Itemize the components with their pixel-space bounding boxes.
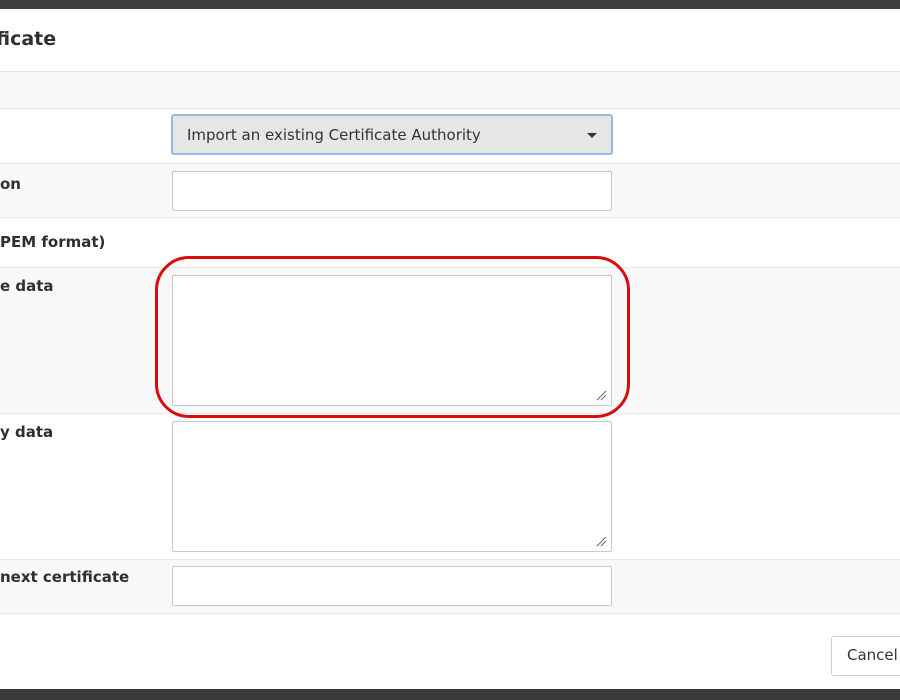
method-row: Import an existing Certificate Authority <box>0 109 900 164</box>
serial-input[interactable] <box>172 566 612 606</box>
cancel-button[interactable]: Cancel <box>831 636 900 676</box>
modal-footer: Cancel <box>0 613 900 689</box>
modal-title: ficate <box>0 28 57 50</box>
description-row: on <box>0 164 900 218</box>
serial-row: next certificate <box>0 560 900 614</box>
description-input[interactable] <box>172 171 612 211</box>
private-key-textarea[interactable] <box>172 421 612 552</box>
resize-grip-icon[interactable] <box>595 389 607 401</box>
chevron-down-icon <box>587 133 597 138</box>
pem-section-row: PEM format) <box>0 218 900 268</box>
modal-header: ficate <box>0 9 900 72</box>
blank-row <box>0 72 900 109</box>
private-key-label: y data <box>0 423 54 441</box>
method-select-value: Import an existing Certificate Authority <box>187 126 481 144</box>
private-key-row: y data <box>0 414 900 560</box>
pem-section-heading: PEM format) <box>0 233 106 251</box>
resize-grip-icon[interactable] <box>595 535 607 547</box>
certificate-data-textarea[interactable] <box>172 275 612 406</box>
window-bottom-edge <box>0 689 900 700</box>
certificate-modal: ficate Import an existing Certificate Au… <box>0 9 900 689</box>
certificate-data-row: e data <box>0 268 900 414</box>
method-select[interactable]: Import an existing Certificate Authority <box>171 114 613 155</box>
serial-label: next certificate <box>0 568 130 586</box>
window-top-edge <box>0 0 900 9</box>
description-label: on <box>0 175 21 193</box>
certificate-data-label: e data <box>0 277 54 295</box>
